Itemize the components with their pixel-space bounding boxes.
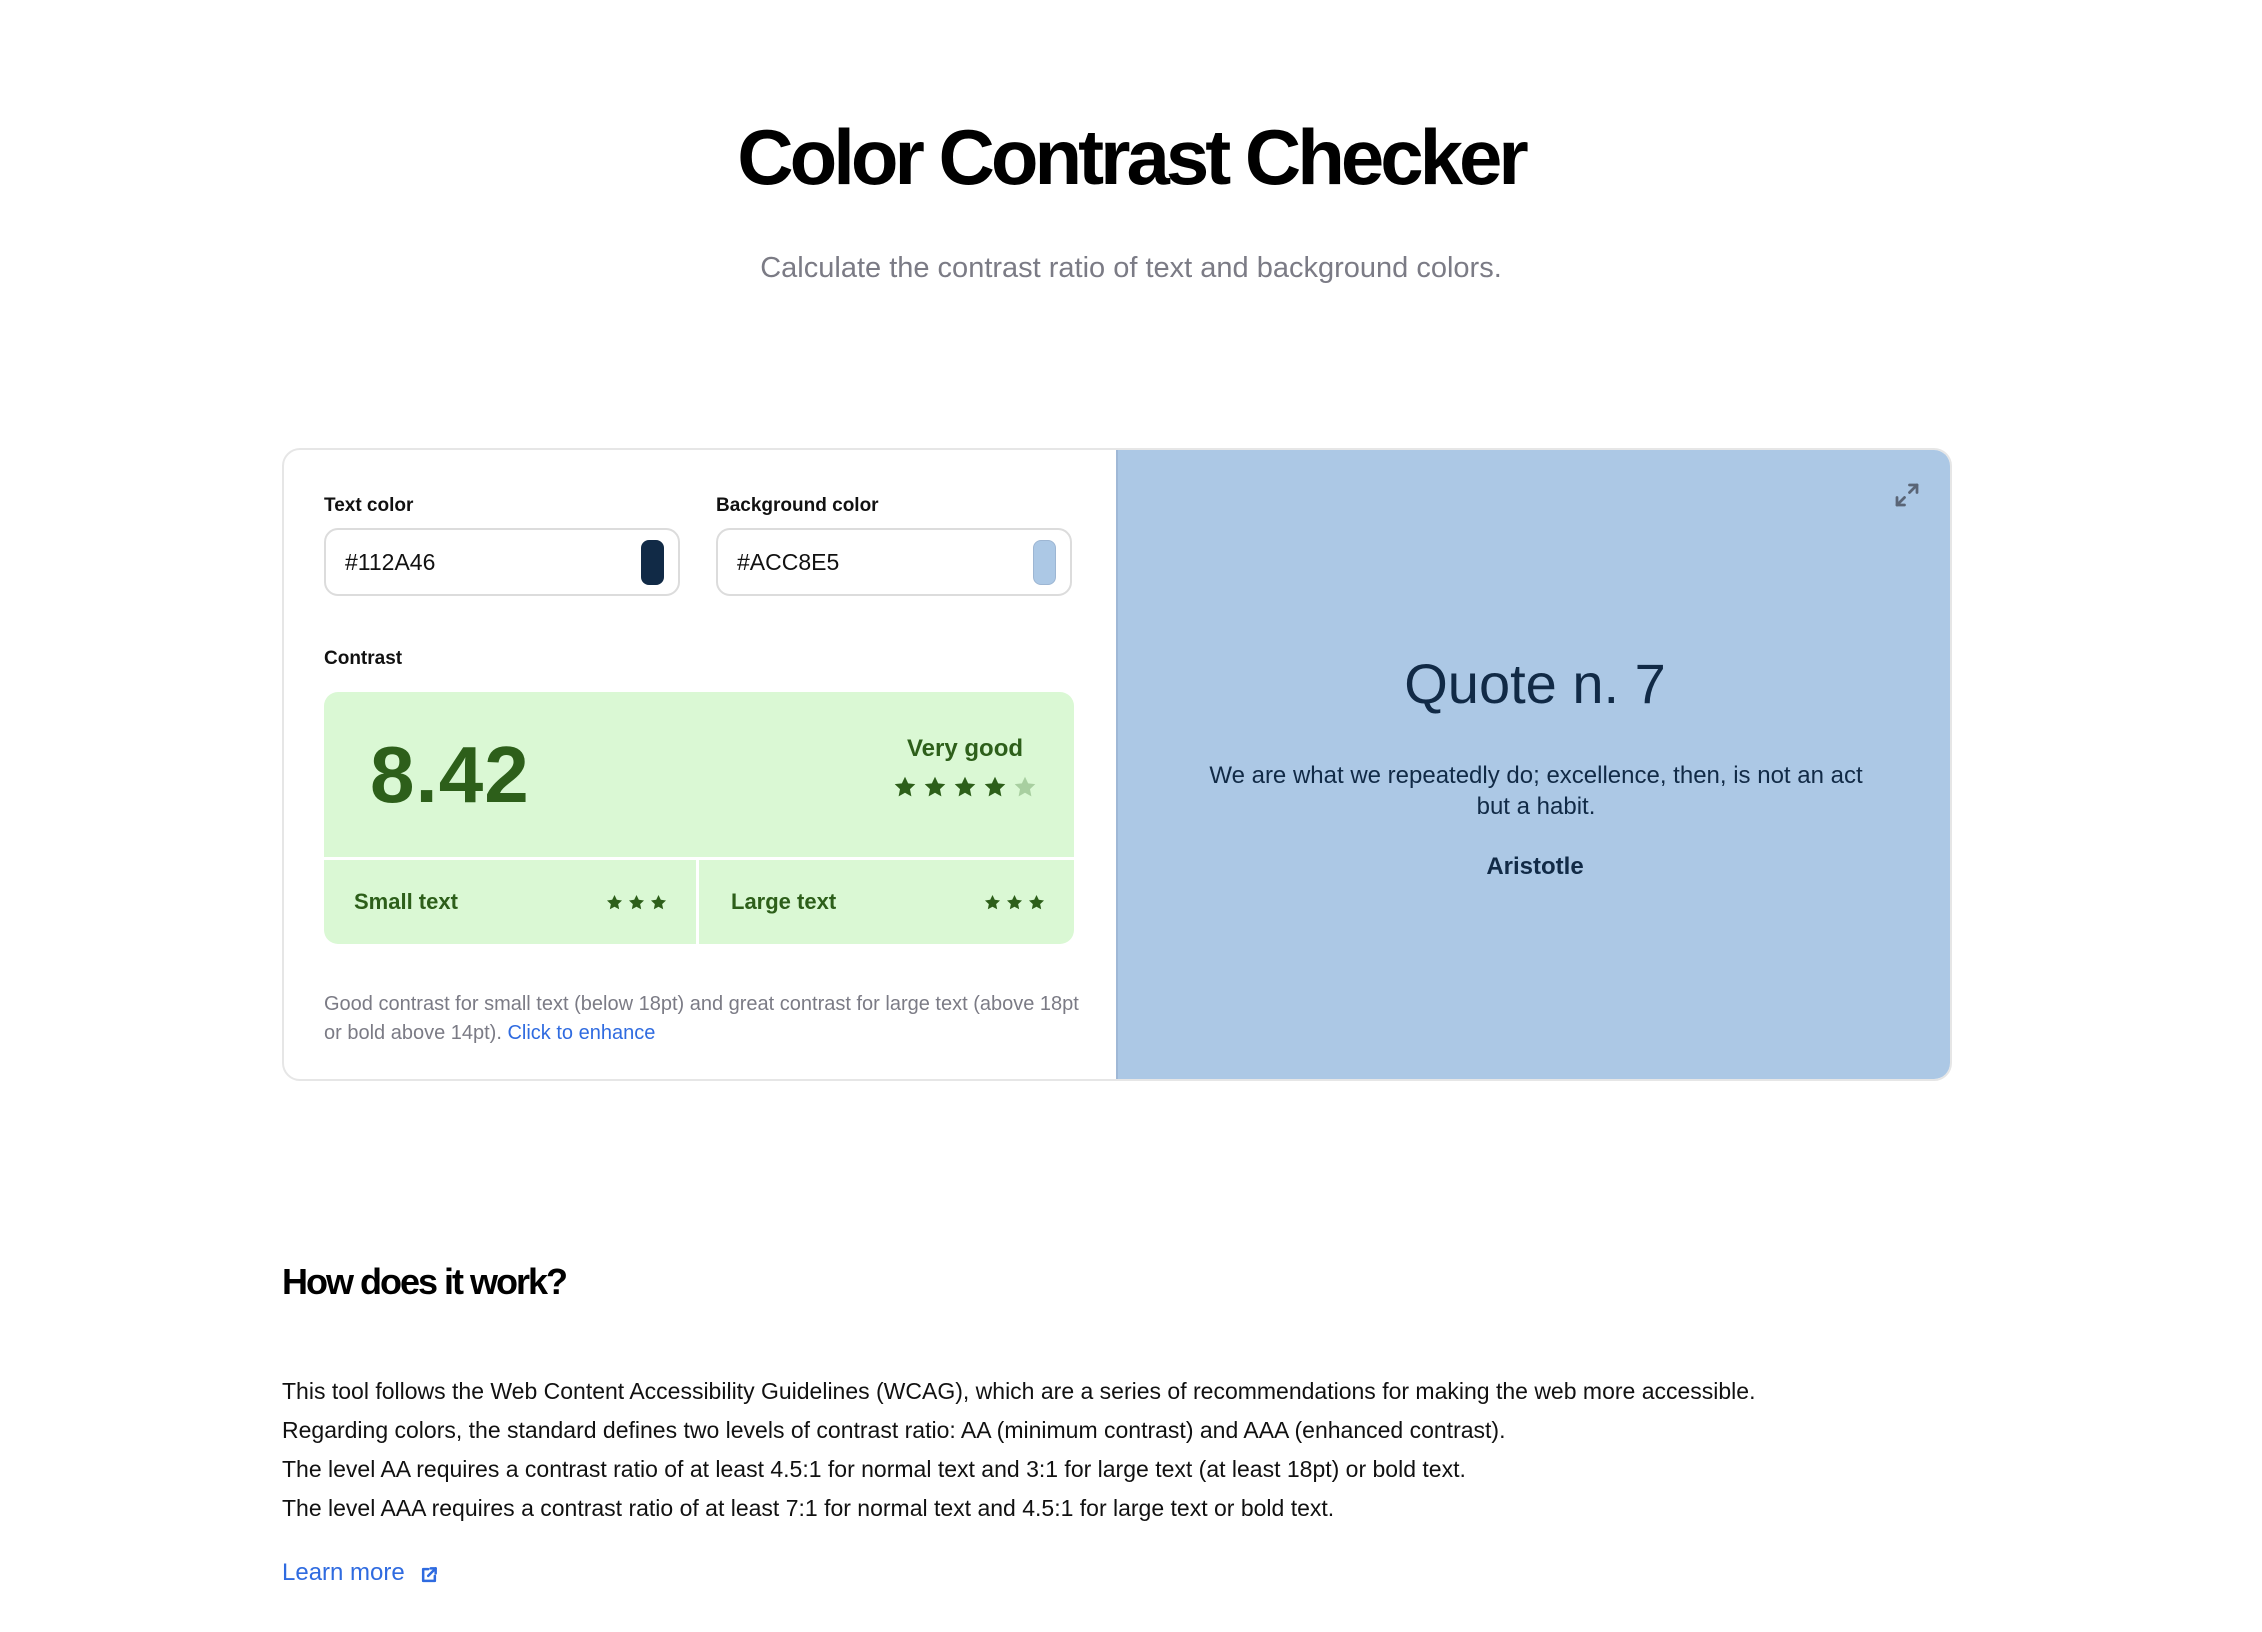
star-filled-icon	[649, 893, 668, 912]
quote-author: Aristotle	[1486, 853, 1584, 880]
info-paragraph: The level AAA requires a contrast ratio …	[282, 1495, 1335, 1521]
large-text-label: Large text	[731, 889, 837, 914]
info-paragraph: This tool follows the Web Content Access…	[282, 1378, 1756, 1404]
contrast-note-text: Good contrast for small text (below 18pt…	[324, 993, 1079, 1044]
enhance-link[interactable]: Click to enhance	[507, 1022, 655, 1044]
star-filled-icon	[982, 774, 1008, 800]
learn-more-link[interactable]: Learn more	[282, 1558, 439, 1588]
contrast-rating: Very good	[890, 734, 1040, 800]
page-subtitle: Calculate the contrast ratio of text and…	[760, 252, 1502, 284]
info-paragraph: Regarding colors, the standard defines t…	[282, 1417, 1506, 1443]
text-color-field[interactable]	[324, 528, 680, 596]
background-color-field[interactable]	[716, 528, 1072, 596]
small-text-label: Small text	[354, 889, 458, 914]
background-color-label: Background color	[716, 495, 879, 516]
large-text-stars	[983, 893, 1046, 912]
small-text-rating: Small text	[324, 860, 696, 944]
section-body: This tool follows the Web Content Access…	[282, 1372, 1982, 1528]
large-text-rating: Large text	[699, 860, 1074, 944]
quote-title: Quote n. 7	[1404, 652, 1666, 715]
contrast-checker-card: Text color Background color Contrast 8.4…	[282, 448, 1952, 1081]
star-filled-icon	[952, 774, 978, 800]
section-title: How does it work?	[282, 1261, 568, 1302]
contrast-label: Contrast	[324, 648, 403, 669]
expand-icon[interactable]	[1892, 480, 1922, 510]
text-color-swatch[interactable]	[641, 539, 664, 585]
rating-stars	[890, 774, 1040, 800]
contrast-main: 8.42 Very good	[324, 692, 1074, 857]
text-color-input[interactable]	[345, 548, 641, 576]
contrast-note: Good contrast for small text (below 18pt…	[324, 990, 1084, 1048]
star-filled-icon	[1005, 893, 1024, 912]
page-title: Color Contrast Checker	[737, 113, 1529, 201]
star-empty-icon	[1012, 774, 1038, 800]
small-text-stars	[605, 893, 668, 912]
preview-panel: Quote n. 7 We are what we repeatedly do;…	[1116, 450, 1950, 1079]
controls-panel: Text color Background color Contrast 8.4…	[284, 450, 1116, 1079]
contrast-result: 8.42 Very good Small text Large text	[324, 692, 1074, 944]
star-filled-icon	[983, 893, 1002, 912]
star-filled-icon	[1027, 893, 1046, 912]
star-filled-icon	[605, 893, 624, 912]
star-filled-icon	[922, 774, 948, 800]
quote-text: We are what we repeatedly do; excellence…	[1209, 762, 1863, 820]
star-filled-icon	[627, 893, 646, 912]
rating-label: Very good	[906, 735, 1024, 762]
star-filled-icon	[892, 774, 918, 800]
background-color-swatch[interactable]	[1033, 539, 1056, 585]
external-link-icon	[419, 1563, 439, 1583]
text-color-label: Text color	[324, 495, 414, 516]
background-color-input[interactable]	[737, 548, 1033, 576]
learn-more-label: Learn more	[282, 1559, 405, 1586]
info-paragraph: The level AA requires a contrast ratio o…	[282, 1456, 1466, 1482]
contrast-ratio: 8.42	[370, 730, 530, 819]
